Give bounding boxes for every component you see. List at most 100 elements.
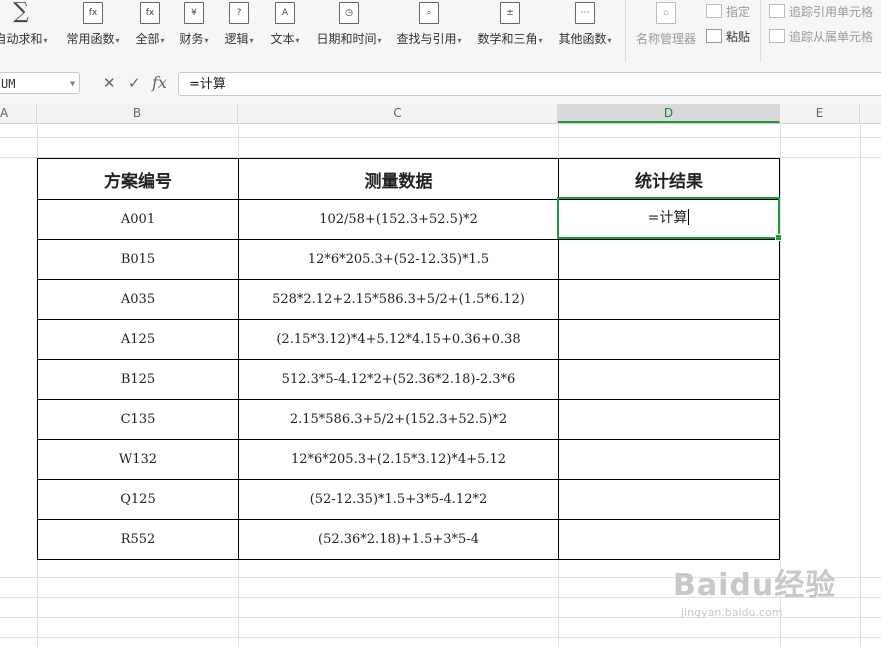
cell-measurement-data[interactable]: 12*6*205.3+(52-12.35)*1.5 [238, 239, 559, 280]
cell-scheme-id[interactable]: B125 [37, 359, 239, 400]
tag-icon: ⌂ [656, 2, 676, 24]
logical-button[interactable]: ? 逻辑▾ [219, 0, 259, 62]
autosum-label: 自动求和 [0, 32, 43, 46]
text-cursor [688, 209, 690, 225]
lookup-reference-label: 查找与引用 [396, 32, 457, 46]
cell-scheme-id[interactable]: C135 [37, 399, 239, 440]
table-row: Q125 (52-12.35)*1.5+3*5-4.12*2 [37, 479, 780, 520]
trace-precedents-label: 追踪引用单元格 [789, 5, 874, 19]
table-row: B015 12*6*205.3+(52-12.35)*1.5 [37, 239, 780, 280]
column-header-c[interactable]: C [238, 104, 558, 123]
cell-measurement-data[interactable]: 2.15*586.3+5/2+(152.3+52.5)*2 [238, 399, 559, 440]
specify-button[interactable]: 指定 [706, 3, 750, 20]
table-row: R552 (52.36*2.18)+1.5+3*5-4 [37, 519, 780, 560]
financial-button[interactable]: ¥ 财务▾ [174, 0, 214, 62]
cell-scheme-id[interactable]: A125 [37, 319, 239, 360]
cell-result[interactable] [558, 239, 780, 280]
paste-button[interactable]: 粘贴 [706, 28, 750, 45]
column-headers: A B C D E [0, 104, 881, 124]
cell-measurement-data[interactable]: 12*6*205.3+(2.15*3.12)*4+5.12 [238, 439, 559, 480]
formula-input[interactable]: =计算 [178, 72, 881, 96]
chevron-down-icon[interactable]: ▼ [70, 73, 75, 95]
cell-measurement-data[interactable]: (2.15*3.12)*4+5.12*4.15+0.36+0.38 [238, 319, 559, 360]
trace-precedents-icon [769, 4, 785, 18]
cell-result[interactable] [558, 279, 780, 320]
cell-scheme-id[interactable]: W132 [37, 439, 239, 480]
baidu-watermark: Baidu经验 jingyan.baidu.com [673, 560, 873, 640]
trace-dependents-button[interactable]: 追踪从属单元格 [769, 28, 873, 45]
cell-result[interactable] [558, 359, 780, 400]
cell-measurement-data[interactable]: 528*2.12+2.15*586.3+5/2+(1.5*6.12) [238, 279, 559, 320]
paste-icon [706, 29, 722, 43]
column-header-a[interactable]: A [0, 104, 37, 123]
grid-line [0, 137, 881, 138]
table-header-row: 方案编号 测量数据 统计结果 [37, 158, 780, 200]
text-book-icon: A [275, 2, 295, 24]
common-functions-button[interactable]: fx 常用函数▾ [62, 0, 124, 62]
more-functions-label: 其他函数 [558, 32, 607, 46]
autosum-button[interactable]: ∑ 自动求和▾ [0, 0, 54, 62]
fill-handle[interactable] [775, 234, 782, 241]
header-statistics-result[interactable]: 统计结果 [558, 158, 780, 200]
ribbon-divider-2 [760, 0, 761, 62]
all-functions-button[interactable]: fx 全部▾ [130, 0, 170, 62]
more-book-icon: ⋯ [575, 2, 595, 24]
math-trig-button[interactable]: ± 数学和三角▾ [473, 0, 547, 62]
cell-scheme-id[interactable]: Q125 [37, 479, 239, 520]
table-row: W132 12*6*205.3+(2.15*3.12)*4+5.12 [37, 439, 780, 480]
financial-label: 财务 [179, 32, 204, 46]
math-trig-label: 数学和三角 [477, 32, 538, 46]
fx-star-icon: fx [83, 2, 103, 24]
column-header-d[interactable]: D [558, 104, 780, 123]
ribbon-toolbar: ∑ 自动求和▾ fx 常用函数▾ fx 全部▾ ¥ 财务▾ ? 逻辑▾ A 文本… [0, 0, 881, 63]
cancel-icon[interactable]: ✕ [103, 72, 116, 94]
cell-measurement-data[interactable]: (52-12.35)*1.5+3*5-4.12*2 [238, 479, 559, 520]
header-measurement-data[interactable]: 测量数据 [238, 158, 559, 200]
all-functions-label: 全部 [135, 32, 160, 46]
cell-result[interactable] [558, 479, 780, 520]
watermark-url: jingyan.baidu.com [681, 606, 783, 619]
trace-dependents-label: 追踪从属单元格 [789, 30, 874, 44]
specify-label: 指定 [726, 5, 751, 19]
more-functions-button[interactable]: ⋯ 其他函数▾ [554, 0, 616, 62]
table-row: C135 2.15*586.3+5/2+(152.3+52.5)*2 [37, 399, 780, 440]
table-row: A035 528*2.12+2.15*586.3+5/2+(1.5*6.12) [37, 279, 780, 320]
cell-measurement-data[interactable]: 512.3*5-4.12*2+(52.36*2.18)-2.3*6 [238, 359, 559, 400]
question-book-icon: ? [229, 2, 249, 24]
cell-scheme-id[interactable]: B015 [37, 239, 239, 280]
cell-result[interactable] [558, 519, 780, 560]
date-time-label: 日期和时间 [316, 32, 377, 46]
trace-dependents-icon [769, 29, 785, 43]
table-row: B125 512.3*5-4.12*2+(52.36*2.18)-2.3*6 [37, 359, 780, 400]
header-scheme-id[interactable]: 方案编号 [37, 158, 239, 200]
cell-result[interactable] [558, 399, 780, 440]
name-manager-label: 名称管理器 [635, 32, 696, 46]
cell-scheme-id[interactable]: A001 [37, 199, 239, 240]
active-cell-editor[interactable]: =计算 [557, 197, 782, 241]
cell-scheme-id[interactable]: R552 [37, 519, 239, 560]
cell-result[interactable] [558, 439, 780, 480]
confirm-icon[interactable]: ✓ [128, 72, 141, 94]
cell-measurement-data[interactable]: 102/58+(152.3+52.5)*2 [238, 199, 559, 240]
lookup-reference-button[interactable]: ⌕ 查找与引用▾ [392, 0, 466, 62]
name-manager-button[interactable]: ⌂ 名称管理器 [632, 0, 700, 62]
name-box-value: UM [1, 77, 16, 91]
column-header-f[interactable] [860, 104, 881, 123]
insert-function-icon[interactable]: fx [152, 72, 167, 94]
name-box[interactable]: UM ▼ [0, 72, 80, 94]
paste-label: 粘贴 [726, 30, 751, 44]
column-header-e[interactable]: E [780, 104, 860, 123]
logical-label: 逻辑 [224, 32, 249, 46]
cell-result[interactable] [558, 319, 780, 360]
column-header-b[interactable]: B [37, 104, 238, 123]
date-time-button[interactable]: ◷ 日期和时间▾ [312, 0, 386, 62]
math-book-icon: ± [500, 2, 520, 24]
cell-scheme-id[interactable]: A035 [37, 279, 239, 320]
text-functions-button[interactable]: A 文本▾ [265, 0, 305, 62]
cell-measurement-data[interactable]: (52.36*2.18)+1.5+3*5-4 [238, 519, 559, 560]
watermark-logo: Baidu经验 [673, 568, 837, 603]
search-book-icon: ⌕ [419, 2, 439, 24]
trace-precedents-button[interactable]: 追踪引用单元格 [769, 3, 873, 20]
active-cell-text[interactable]: =计算 [648, 210, 688, 226]
clock-book-icon: ◷ [339, 2, 359, 24]
